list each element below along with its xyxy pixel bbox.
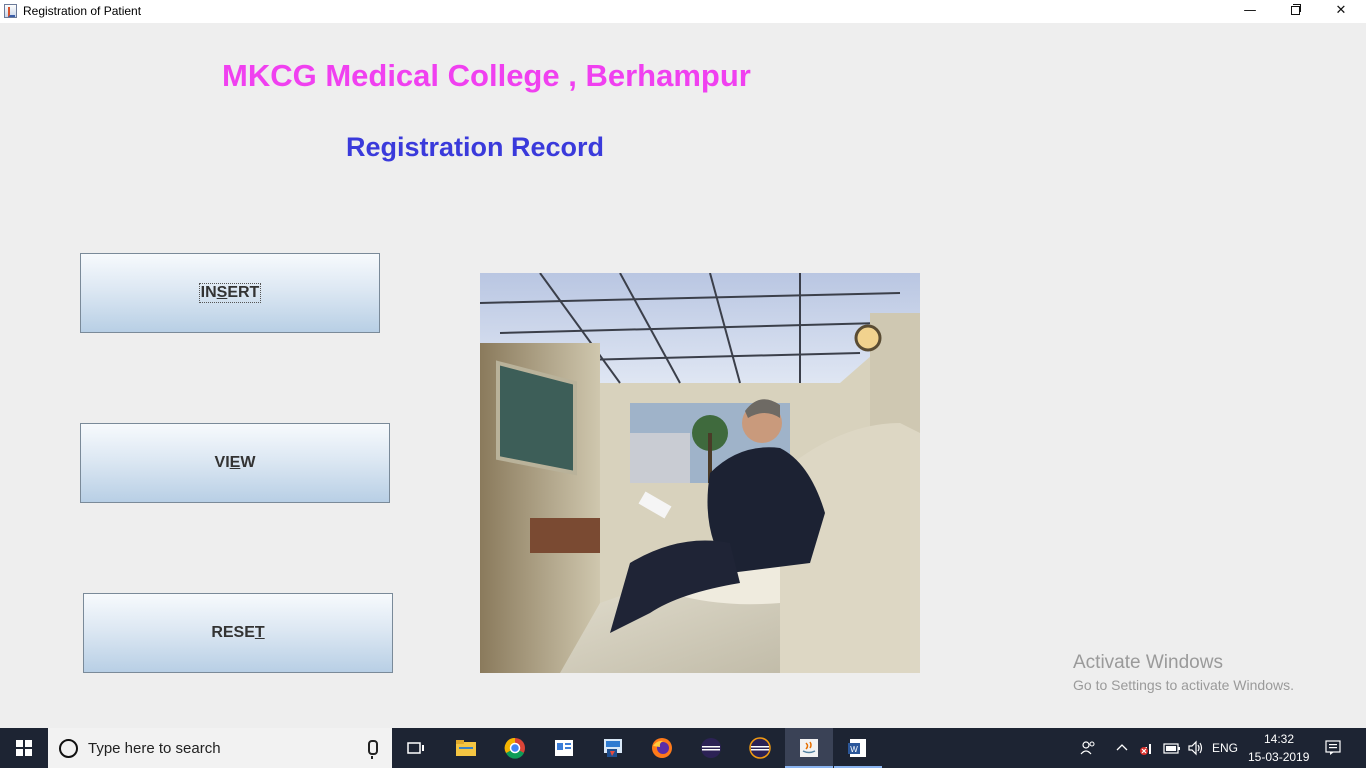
show-hidden-icons-button[interactable]: [1114, 728, 1130, 768]
java-app-icon: [4, 4, 17, 18]
task-view-icon: [407, 742, 424, 754]
language-indicator[interactable]: ENG: [1212, 728, 1240, 768]
eclipse-icon: [749, 737, 771, 759]
remote-tool-icon: [604, 739, 622, 757]
people-button[interactable]: [1078, 728, 1098, 768]
task-view-button[interactable]: [392, 728, 440, 768]
volume-button[interactable]: [1186, 728, 1206, 768]
eclipse-button[interactable]: [687, 728, 735, 768]
view-button[interactable]: VIEW: [80, 423, 390, 503]
start-button[interactable]: [0, 728, 48, 768]
chrome-icon: [504, 737, 525, 759]
activate-windows-subtitle: Go to Settings to activate Windows.: [1073, 677, 1294, 693]
chevron-up-icon: [1116, 744, 1128, 751]
minimize-button[interactable]: —: [1227, 0, 1273, 23]
remote-tool-button[interactable]: [589, 728, 637, 768]
minimize-icon: —: [1243, 3, 1257, 18]
firefox-icon: [652, 738, 672, 758]
clock-date: 15-03-2019: [1248, 750, 1310, 764]
window-title: Registration of Patient: [23, 4, 142, 18]
battery-icon: [1163, 743, 1180, 754]
clock[interactable]: 14:32 15-03-2019: [1248, 728, 1310, 768]
action-center-button[interactable]: [1318, 728, 1348, 768]
firefox-button[interactable]: [638, 728, 686, 768]
cortana-icon: [59, 739, 78, 758]
network-button[interactable]: [1138, 728, 1158, 768]
college-heading: MKCG Medical College , Berhampur: [222, 58, 751, 93]
view-button-label: VIEW: [214, 454, 256, 471]
search-placeholder: Type here to search: [88, 740, 221, 757]
reset-button[interactable]: RESET: [83, 593, 393, 673]
app-window-button[interactable]: [540, 728, 588, 768]
java-app-button[interactable]: [785, 728, 833, 768]
close-icon: ✕: [1335, 3, 1347, 18]
eclipse-button-2[interactable]: [736, 728, 784, 768]
clock-time: 14:32: [1264, 732, 1295, 746]
taskbar: Type here to search W ENG 14:32 15-03-20…: [0, 728, 1366, 768]
word-icon: W: [848, 739, 866, 757]
record-heading: Registration Record: [346, 132, 605, 162]
network-disconnected-icon: [1140, 744, 1151, 755]
restore-button[interactable]: [1272, 0, 1318, 23]
car-interior-photo: [480, 273, 920, 673]
language-label: ENG: [1212, 741, 1239, 755]
folder-icon: [456, 740, 476, 756]
insert-button[interactable]: INSERT: [80, 253, 380, 333]
svg-text:W: W: [850, 745, 858, 754]
word-button[interactable]: W: [834, 728, 882, 768]
insert-button-label: INSERT: [198, 283, 262, 303]
window-titlebar: Registration of Patient — ✕: [0, 0, 1366, 23]
java-icon: [800, 739, 818, 757]
taskbar-search-box[interactable]: Type here to search: [48, 728, 392, 768]
reset-button-label: RESET: [211, 624, 265, 641]
chrome-button[interactable]: [491, 728, 539, 768]
people-icon: [1080, 741, 1095, 755]
app-window-icon: [555, 740, 573, 756]
battery-button[interactable]: [1162, 728, 1182, 768]
notification-icon: [1325, 740, 1341, 755]
eclipse-icon: [701, 738, 721, 758]
activate-windows-title: Activate Windows: [1073, 652, 1223, 673]
microphone-icon[interactable]: [368, 740, 378, 759]
close-button[interactable]: ✕: [1318, 0, 1364, 23]
speaker-icon: [1188, 740, 1203, 756]
file-explorer-button[interactable]: [442, 728, 490, 768]
